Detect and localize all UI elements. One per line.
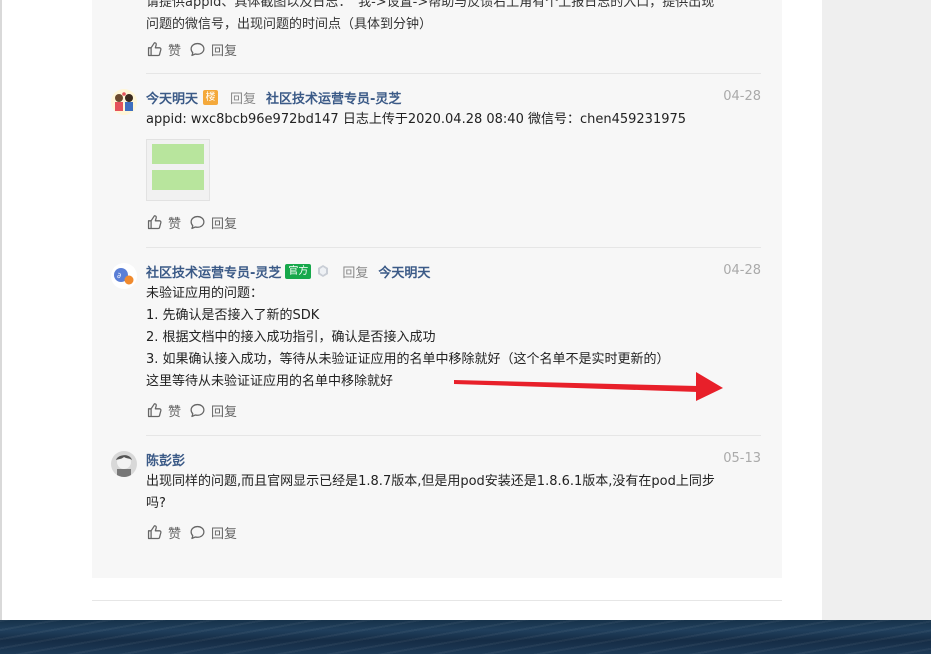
- like-button[interactable]: 赞: [146, 523, 181, 542]
- comment-divider: [146, 247, 761, 248]
- comment-header: 今天明天 楼 回复 社区技术运营专员-灵芝: [146, 87, 401, 107]
- comment-body: appid: wxc8bcb96e972bd147 日志上传于2020.04.2…: [146, 109, 761, 131]
- comment-actions: 赞 回复: [146, 212, 245, 232]
- reply-button[interactable]: 回复: [189, 401, 237, 420]
- comment-bubble-icon: [190, 403, 205, 417]
- reply-target-name[interactable]: 社区技术运营专员-灵芝: [266, 88, 401, 107]
- avatar[interactable]: [111, 89, 137, 115]
- previous-comment-actions: 赞 回复: [146, 39, 245, 59]
- like-label: 赞: [168, 526, 182, 542]
- avatar-image: [111, 89, 137, 115]
- previous-comment-text: 请提供appid、具体截图以及日志：“我->设置->帮助与反馈右上角有个上报日志…: [146, 0, 766, 36]
- thumbs-up-icon: [147, 214, 162, 229]
- avatar[interactable]: ∂: [111, 263, 137, 289]
- comment-bubble-icon: [190, 525, 205, 539]
- like-label: 赞: [168, 216, 182, 232]
- like-label: 赞: [168, 43, 182, 59]
- comment-body: 出现同样的问题,而且官网显示已经是1.8.7版本,但是用pod安装还是1.8.6…: [146, 471, 761, 515]
- like-button[interactable]: 赞: [146, 213, 181, 232]
- comment-text: 出现同样的问题,而且官网显示已经是1.8.7版本,但是用pod安装还是1.8.6…: [146, 474, 715, 489]
- reply-button[interactable]: 回复: [189, 40, 237, 59]
- thumbs-up-icon: [147, 402, 162, 417]
- reply-button[interactable]: 回复: [189, 523, 237, 542]
- author-name[interactable]: 今天明天: [146, 88, 198, 107]
- previous-comment-line: 请提供appid、具体截图以及日志：“我->设置->帮助与反馈右上角有个上报日志…: [146, 0, 715, 10]
- level-diamond-icon: [318, 265, 329, 277]
- section-separator: [92, 600, 782, 601]
- comment-text: appid: wxc8bcb96e972bd147 日志上传于2020.04.2…: [146, 112, 687, 127]
- comment-bubble-icon: [190, 215, 205, 229]
- chat-bubble-image: [152, 170, 204, 190]
- reply-word: 回复: [342, 265, 369, 281]
- comment-bubble-icon: [190, 42, 205, 56]
- author-name[interactable]: 社区技术运营专员-灵芝: [146, 262, 281, 281]
- screenshot-thumbnail[interactable]: [146, 139, 210, 201]
- comment-header: 社区技术运营专员-灵芝 官方 回复 今天明天: [146, 261, 430, 281]
- footer-background: [0, 620, 931, 654]
- comment-text: 1. 先确认是否接入了新的SDK: [146, 308, 320, 323]
- official-badge: 官方: [285, 263, 312, 279]
- comment-divider: [146, 73, 761, 74]
- reply-label: 回复: [211, 404, 238, 420]
- like-label: 赞: [168, 404, 182, 420]
- avatar-image: ∂: [111, 263, 137, 289]
- thumbs-up-icon: [147, 41, 162, 56]
- floor-badge: 楼: [203, 89, 219, 105]
- like-button[interactable]: 赞: [146, 401, 181, 420]
- reply-button[interactable]: 回复: [189, 213, 237, 232]
- avatar-image: [111, 451, 137, 477]
- red-arrow-annotation: [454, 372, 723, 401]
- comment-text: 未验证应用的问题：: [146, 286, 264, 301]
- comment-actions: 赞 回复: [146, 400, 245, 420]
- comment-date: 04-28: [723, 89, 761, 104]
- comment-text: 吗?: [146, 496, 166, 511]
- reply-label: 回复: [211, 526, 238, 542]
- avatar[interactable]: [111, 451, 137, 477]
- reply-word: 回复: [230, 91, 257, 107]
- comment-date: 04-28: [723, 263, 761, 278]
- comment-divider: [146, 435, 761, 436]
- comment-item: 陈彭彭 05-13 出现同样的问题,而且官网显示已经是1.8.7版本,但是用po…: [108, 449, 764, 559]
- thumbs-up-icon: [147, 524, 162, 539]
- comment-date: 05-13: [723, 451, 761, 466]
- previous-comment-line: 问题的微信号，出现问题的时间点（具体到分钟）: [146, 17, 433, 32]
- svg-text:∂: ∂: [117, 271, 121, 280]
- chat-bubble-image: [152, 144, 204, 164]
- right-sidebar: [822, 0, 931, 620]
- reply-target-name[interactable]: 今天明天: [378, 262, 430, 281]
- reply-label: 回复: [211, 216, 238, 232]
- reply-label: 回复: [211, 43, 238, 59]
- comment-text: 2. 根据文档中的接入成功指引，确认是否接入成功: [146, 330, 436, 345]
- comment-header: 陈彭彭: [146, 449, 185, 469]
- comment-actions: 赞 回复: [146, 522, 245, 542]
- like-button[interactable]: 赞: [146, 40, 181, 59]
- page-footer: [0, 620, 931, 654]
- author-name[interactable]: 陈彭彭: [146, 450, 185, 469]
